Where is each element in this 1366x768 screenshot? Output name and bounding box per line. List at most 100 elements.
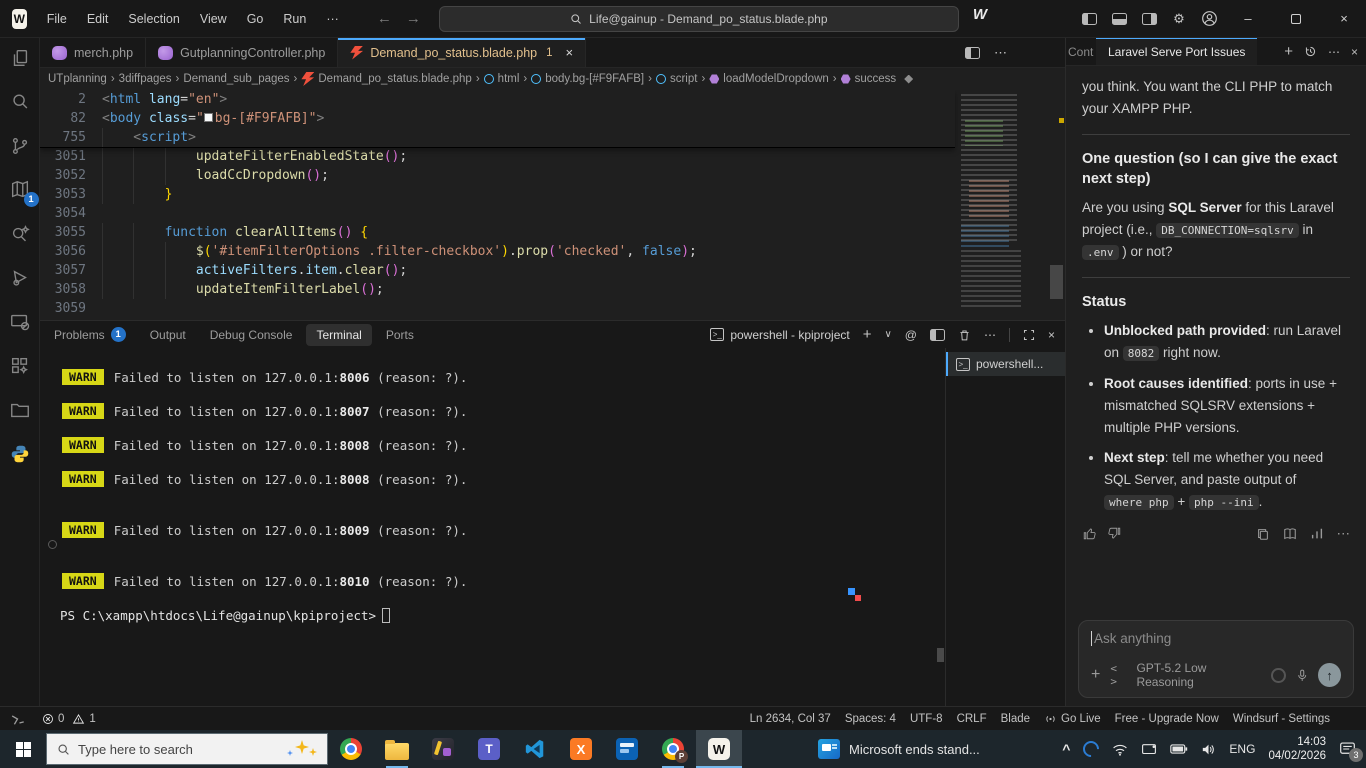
- taskbar-teams-icon[interactable]: T: [466, 730, 512, 768]
- ai-search-icon[interactable]: [8, 222, 32, 246]
- command-center-search[interactable]: Life@gainup - Demand_po_status.blade.php: [439, 6, 959, 32]
- chat-input-box[interactable]: Ask anything + < > GPT-5.2 Low Reasoning…: [1078, 620, 1354, 698]
- nav-back-icon[interactable]: ←: [377, 10, 392, 27]
- taskbar-vscode-icon[interactable]: [512, 730, 558, 768]
- terminal-scrollbar[interactable]: [937, 648, 944, 662]
- search-icon[interactable]: [8, 90, 32, 114]
- copy-icon[interactable]: [1256, 527, 1270, 541]
- tab-GutplanningController.php[interactable]: GutplanningController.php: [146, 38, 338, 67]
- nav-forward-icon[interactable]: →: [406, 10, 421, 27]
- chat-tab-context[interactable]: Cont: [1066, 45, 1096, 59]
- drag-handle-red[interactable]: [855, 595, 861, 601]
- code-editor[interactable]: 3051updateFilterEnabledState();3052loadC…: [40, 90, 1065, 320]
- thumbs-up-icon[interactable]: [1082, 526, 1097, 541]
- panel-tab-ports[interactable]: Ports: [376, 324, 424, 346]
- insights-icon[interactable]: [1310, 527, 1324, 541]
- taskbar-outlook-icon[interactable]: [604, 730, 650, 768]
- menu-edit[interactable]: Edit: [77, 5, 119, 33]
- battery-icon[interactable]: [1170, 743, 1188, 755]
- breadcrumb-item[interactable]: Demand_po_status.blade.php: [301, 72, 471, 86]
- tray-app-icon[interactable]: [1080, 738, 1103, 761]
- thumbs-down-icon[interactable]: [1107, 526, 1122, 541]
- code-line[interactable]: 3053}: [40, 185, 955, 204]
- panel-tab-terminal[interactable]: Terminal: [306, 324, 371, 346]
- mic-icon[interactable]: [1296, 668, 1308, 683]
- panel-tab-output[interactable]: Output: [140, 324, 196, 346]
- terminal-title[interactable]: >_ powershell - kpiproject: [710, 328, 849, 342]
- taskbar-windsurf-icon[interactable]: W: [696, 730, 742, 768]
- split-editor-icon[interactable]: [965, 47, 980, 59]
- kill-terminal-icon[interactable]: [958, 328, 971, 342]
- terminal-output[interactable]: WARNFailed to listen on 127.0.0.1:8006 (…: [40, 348, 945, 706]
- at-icon[interactable]: @: [905, 328, 917, 342]
- new-terminal-icon[interactable]: +: [863, 326, 872, 343]
- taskbar-chrome-profile-icon[interactable]: P: [650, 730, 696, 768]
- code-context-icon[interactable]: < >: [1110, 662, 1126, 688]
- breadcrumb-item[interactable]: body.bg-[#F9FAFB]: [531, 73, 644, 85]
- chat-more-icon[interactable]: ⋯: [1328, 45, 1340, 59]
- breadcrumb-item[interactable]: UTplanning: [48, 73, 107, 85]
- bell-icon[interactable]: [1343, 712, 1356, 726]
- code-line[interactable]: 3056$('#itemFilterOptions .filter-checkb…: [40, 242, 955, 261]
- code-line[interactable]: 3058updateItemFilterLabel();: [40, 280, 955, 299]
- close-panel-icon[interactable]: ×: [1048, 328, 1055, 342]
- display-icon[interactable]: [1141, 743, 1157, 756]
- taskbar-file-explorer-icon[interactable]: [374, 730, 420, 768]
- close-button[interactable]: ×: [1322, 0, 1366, 37]
- taskbar-utility-tool-icon[interactable]: [420, 730, 466, 768]
- cascade-map-icon[interactable]: 1: [8, 178, 32, 202]
- start-button[interactable]: [0, 730, 46, 768]
- toggle-left-sidebar-icon[interactable]: [1076, 6, 1102, 32]
- editor-scrollbar[interactable]: [1047, 90, 1065, 320]
- tab-Demand_po_status.blade.php[interactable]: Demand_po_status.blade.php1×: [338, 38, 586, 67]
- scrollbar-thumb[interactable]: [1050, 265, 1063, 299]
- remote-indicator-icon[interactable]: [10, 712, 25, 726]
- project-folder-icon[interactable]: [8, 398, 32, 422]
- source-control-icon[interactable]: [8, 134, 32, 158]
- split-terminal-icon[interactable]: [930, 329, 945, 341]
- live-preview-icon[interactable]: [8, 310, 32, 334]
- drag-handle-blue[interactable]: [848, 588, 855, 595]
- model-selector[interactable]: GPT-5.2 Low Reasoning: [1136, 661, 1261, 689]
- terminal-dropdown-icon[interactable]: ∨: [884, 329, 891, 340]
- code-line[interactable]: 82<body class="bg-[#F9FAFB]">: [40, 109, 955, 128]
- run-debug-icon[interactable]: [8, 266, 32, 290]
- minimize-button[interactable]: –: [1226, 0, 1270, 37]
- code-line[interactable]: 3051updateFilterEnabledState();: [40, 147, 955, 166]
- breadcrumb-item[interactable]: Demand_sub_pages: [183, 73, 289, 85]
- toggle-panel-icon[interactable]: [1106, 6, 1132, 32]
- wifi-icon[interactable]: [1112, 743, 1128, 756]
- status-blade[interactable]: Blade: [994, 708, 1037, 730]
- maximize-panel-icon[interactable]: [1023, 329, 1035, 341]
- account-icon[interactable]: [1196, 6, 1222, 32]
- panel-tab-debug-console[interactable]: Debug Console: [200, 324, 303, 346]
- breadcrumb-item[interactable]: script: [656, 73, 697, 85]
- code-line[interactable]: 3052loadCcDropdown();: [40, 166, 955, 185]
- gear-icon[interactable]: ⚙: [1166, 6, 1192, 32]
- status-utf-8[interactable]: UTF-8: [903, 708, 950, 730]
- breadcrumb-item[interactable]: success: [841, 73, 897, 85]
- code-line[interactable]: 3054: [40, 204, 955, 223]
- language-indicator[interactable]: ENG: [1229, 742, 1255, 756]
- python-icon[interactable]: [8, 442, 32, 466]
- taskbar-clock[interactable]: 14:03 04/02/2026: [1268, 735, 1326, 764]
- toggle-right-sidebar-icon[interactable]: [1136, 6, 1162, 32]
- minimap[interactable]: [955, 90, 1047, 312]
- show-hidden-icons[interactable]: ^: [1062, 741, 1070, 757]
- editor-more-icon[interactable]: ⋯: [994, 45, 1007, 61]
- restore-button[interactable]: [1274, 0, 1318, 37]
- breadcrumb[interactable]: UTplanning›3diffpages›Demand_sub_pages›D…: [40, 68, 1065, 90]
- menu-run[interactable]: Run: [273, 5, 316, 33]
- taskbar-chrome-icon[interactable]: [328, 730, 374, 768]
- menu-file[interactable]: File: [37, 5, 77, 33]
- new-chat-icon[interactable]: +: [1284, 43, 1293, 60]
- status-spaces-4[interactable]: Spaces: 4: [838, 708, 903, 730]
- code-line[interactable]: 3057activeFilters.item.clear();: [40, 261, 955, 280]
- code-line[interactable]: 3055function clearAllItems() {: [40, 223, 955, 242]
- status-ln-2634-col-37[interactable]: Ln 2634, Col 37: [743, 708, 838, 730]
- extensions-icon[interactable]: [8, 354, 32, 378]
- taskbar-xampp-icon[interactable]: X: [558, 730, 604, 768]
- menu-go[interactable]: Go: [237, 5, 274, 33]
- explorer-icon[interactable]: [8, 46, 32, 70]
- taskbar-search[interactable]: Type here to search: [46, 733, 328, 765]
